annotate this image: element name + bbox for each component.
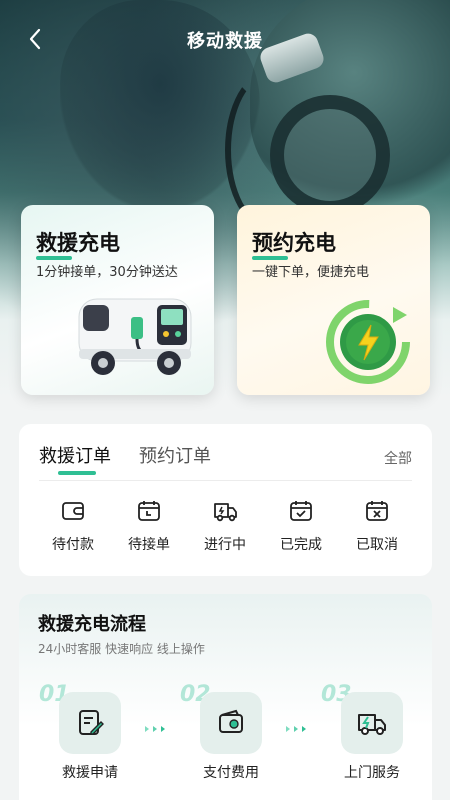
rescue-charging-label: 救援充电 (36, 231, 120, 255)
tab-reserve-orders[interactable]: 预约订单 (139, 442, 211, 468)
status-label: 已完成 (280, 537, 322, 553)
calendar-x-icon (366, 501, 388, 521)
status-label: 进行中 (204, 537, 246, 553)
status-pending-payment[interactable]: 待付款 (35, 498, 111, 554)
charging-van-icon (78, 298, 192, 375)
step-label: 上门服务 (344, 765, 400, 781)
process-card: 救援充电流程 24小时客服 快速响应 线上操作 01 救援申请 02 支付费用 (19, 594, 432, 800)
step-label: 救援申请 (62, 765, 118, 781)
divider (39, 480, 412, 481)
active-tab-indicator (58, 471, 96, 475)
reserve-charging-card[interactable]: 预约充电 一键下单，便捷充电 (237, 205, 430, 395)
title-underline (36, 256, 72, 260)
process-subtitle: 24小时客服 快速响应 线上操作 (38, 642, 205, 656)
rescue-charging-card[interactable]: 救援充电 1分钟接单，30分钟送达 (21, 205, 214, 395)
rescue-charging-desc: 1分钟接单，30分钟送达 (36, 265, 178, 280)
step-icon-box (341, 692, 403, 754)
wallet-icon (219, 709, 243, 733)
orders-card: 救援订单 预约订单 全部 待付款 待接单 进行中 已完成 已取消 (19, 424, 432, 576)
tab-rescue-orders[interactable]: 救援订单 (39, 442, 111, 468)
calendar-check-icon (290, 501, 312, 521)
rescue-charging-title: 救援充电 (36, 227, 120, 260)
reserve-charging-title: 预约充电 (252, 227, 336, 260)
process-step-2: 02 支付费用 (170, 682, 280, 792)
top-bar: 移动救援 (0, 0, 450, 80)
status-cancelled[interactable]: 已取消 (339, 498, 415, 554)
calendar-icon (138, 501, 160, 521)
status-label: 待付款 (52, 537, 94, 553)
status-completed[interactable]: 已完成 (263, 498, 339, 554)
step-label: 支付费用 (203, 765, 259, 781)
reserve-charging-label: 预约充电 (252, 231, 336, 255)
page-title: 移动救援 (187, 31, 263, 52)
status-pending-accept[interactable]: 待接单 (111, 498, 187, 554)
step-icon-box (200, 692, 262, 754)
status-label: 待接单 (128, 537, 170, 553)
step-arrows-icon (286, 726, 306, 732)
delivery-truck-icon (358, 714, 386, 735)
status-in-progress[interactable]: 进行中 (187, 498, 263, 554)
form-edit-icon (79, 710, 104, 735)
process-title: 救援充电流程 (38, 614, 146, 635)
truck-icon (214, 503, 237, 522)
view-all-link[interactable]: 全部 (384, 448, 412, 468)
reserve-charging-desc: 一键下单，便捷充电 (252, 265, 370, 280)
step-arrows-icon (145, 726, 165, 732)
process-step-3: 03 上门服务 (311, 682, 421, 792)
wallet-icon (62, 502, 84, 520)
title-underline (252, 256, 288, 260)
step-icon-box (59, 692, 121, 754)
process-step-1: 01 救援申请 (29, 682, 139, 792)
status-label: 已取消 (356, 537, 398, 553)
lightning-badge-icon (326, 300, 410, 384)
